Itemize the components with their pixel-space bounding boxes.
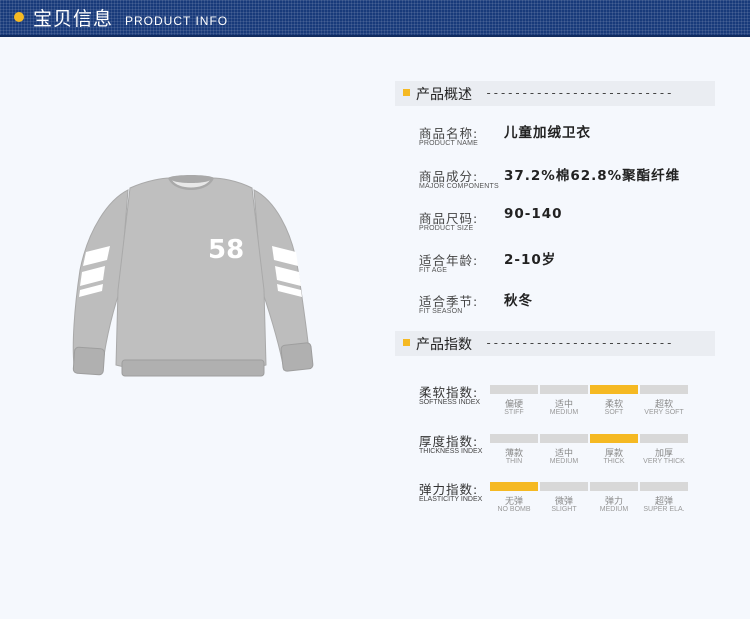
header-subtitle: PRODUCT INFO bbox=[125, 14, 229, 28]
index-option-sublabel: VERY SOFT bbox=[644, 409, 684, 416]
info-value: 2-10岁 bbox=[504, 252, 557, 268]
info-row-name: 商品名称: PRODUCT NAME 儿童加绒卫衣 bbox=[419, 123, 729, 163]
index-segment bbox=[640, 434, 688, 443]
indices-divider: -------------------------- bbox=[485, 336, 673, 350]
section-bullet-icon bbox=[403, 89, 410, 96]
index-segment bbox=[540, 434, 588, 443]
index-segment bbox=[540, 482, 588, 491]
index-segment bbox=[540, 385, 588, 394]
product-image: 58 bbox=[60, 160, 320, 400]
index-segment bbox=[590, 482, 638, 491]
info-row-components: 商品成分: MAJOR COMPONENTS 37.2%棉62.8%聚酯纤维 bbox=[419, 166, 729, 206]
overview-title: 产品概述 bbox=[416, 87, 472, 103]
index-sublabel: SOFTNESS INDEX bbox=[419, 399, 481, 406]
info-sublabel: PRODUCT SIZE bbox=[419, 225, 474, 232]
indices-section-header: 产品指数 -------------------------- bbox=[395, 331, 715, 356]
info-value: 秋冬 bbox=[504, 293, 533, 309]
info-sublabel: MAJOR COMPONENTS bbox=[419, 183, 499, 190]
sweater-number: 58 bbox=[208, 235, 244, 265]
index-sublabel: ELASTICITY INDEX bbox=[419, 496, 483, 503]
index-scale: 偏硬 STIFF 适中 MEDIUM 柔软 SOFT 超软 VERY SOFT bbox=[490, 385, 690, 425]
index-segment-active bbox=[490, 482, 538, 491]
index-segment bbox=[640, 482, 688, 491]
info-sublabel: PRODUCT NAME bbox=[419, 140, 479, 147]
info-sublabel: FIT AGE bbox=[419, 267, 448, 274]
header-banner: 宝贝信息 PRODUCT INFO bbox=[0, 0, 750, 37]
index-sublabel: THICKNESS INDEX bbox=[419, 448, 483, 455]
info-row-season: 适合季节: FIT SEASON 秋冬 bbox=[419, 291, 729, 331]
index-option-sublabel: VERY THICK bbox=[643, 458, 685, 465]
index-segment-active bbox=[590, 385, 638, 394]
info-sublabel: FIT SEASON bbox=[419, 308, 463, 315]
index-scale: 薄款 THIN 适中 MEDIUM 厚款 THICK 加厚 VERY THICK bbox=[490, 434, 690, 474]
info-row-size: 商品尺码: PRODUCT SIZE 90-140 bbox=[419, 206, 729, 248]
index-option-sublabel: SUPER ELA. bbox=[643, 506, 685, 513]
index-row-elasticity: 弹力指数: ELASTICITY INDEX 无弹 NO BOMB 微弹 SLIGHT… bbox=[419, 479, 719, 519]
index-row-thickness: 厚度指数: THICKNESS INDEX 薄款 THIN 适中 MEDIUM 厚款 TH… bbox=[419, 431, 719, 471]
info-value: 儿童加绒卫衣 bbox=[504, 125, 591, 141]
index-row-softness: 柔软指数: SOFTNESS INDEX 偏硬 STIFF 适中 MEDIUM 柔软 SO… bbox=[419, 382, 719, 422]
index-segment bbox=[490, 385, 538, 394]
index-segment-active bbox=[590, 434, 638, 443]
header-bullet-icon bbox=[14, 12, 24, 22]
info-row-age: 适合年龄: FIT AGE 2-10岁 bbox=[419, 250, 729, 290]
sweater-illustration: 58 bbox=[72, 175, 314, 377]
info-value: 90-140 bbox=[504, 206, 563, 222]
index-segment bbox=[490, 434, 538, 443]
index-segment bbox=[640, 385, 688, 394]
overview-section-header: 产品概述 -------------------------- bbox=[395, 81, 715, 106]
overview-divider: -------------------------- bbox=[485, 86, 673, 100]
section-bullet-icon bbox=[403, 339, 410, 346]
info-value: 37.2%棉62.8%聚酯纤维 bbox=[504, 168, 681, 184]
header-title: 宝贝信息 bbox=[33, 8, 114, 30]
index-scale: 无弹 NO BOMB 微弹 SLIGHT 弹力 MEDIUM 超弹 SUPER ELA. bbox=[490, 482, 690, 522]
indices-title: 产品指数 bbox=[416, 337, 472, 353]
